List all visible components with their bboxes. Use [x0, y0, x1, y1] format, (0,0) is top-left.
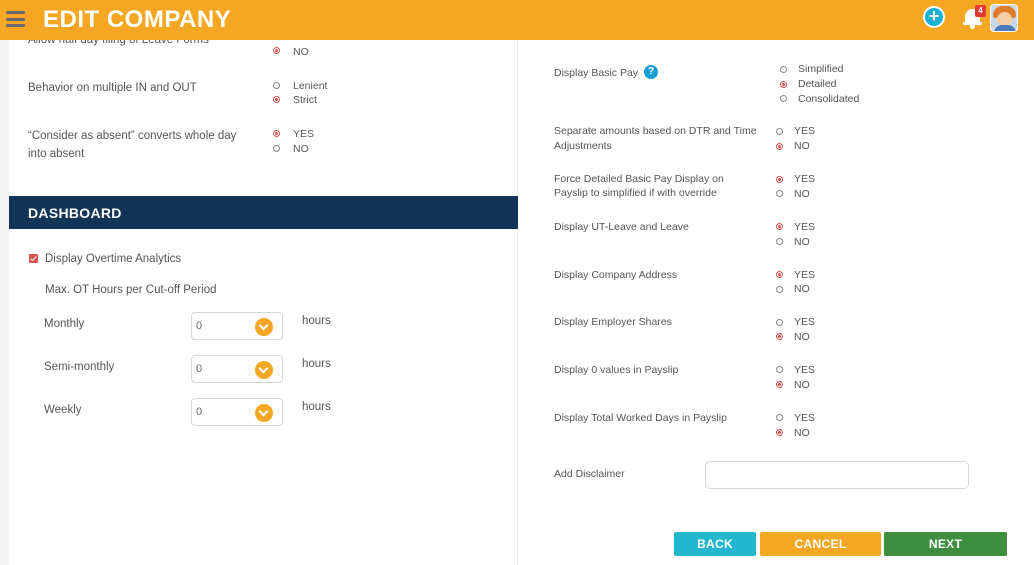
absent-yes-label: YES [293, 128, 315, 140]
page-title-overlay: EDIT COMPANY [43, 6, 232, 33]
ut-leave-label: Display UT-Leave and Leave [554, 221, 689, 233]
add-disclaimer-label: Add Disclaimer [554, 468, 625, 480]
strict-radio[interactable] [273, 96, 280, 103]
overtime-analytics-checkbox[interactable] [29, 254, 38, 263]
semi-monthly-select[interactable]: 0 [191, 355, 283, 383]
employer-yes-radio[interactable] [776, 319, 783, 326]
separate-no-label: NO [794, 140, 810, 152]
absent-no-radio[interactable] [273, 145, 280, 152]
address-yes-radio[interactable] [776, 271, 783, 278]
weekly-unit: hours [302, 401, 331, 413]
absent-yes-radio[interactable] [273, 130, 280, 137]
employer-no-label: NO [794, 331, 810, 343]
absent-no-label: NO [293, 143, 309, 155]
force-no-radio[interactable] [776, 190, 783, 197]
force-detailed-line1: Force Detailed Basic Pay Display on [554, 173, 724, 185]
strict-label: Strict [293, 94, 317, 106]
disclaimer-input[interactable] [705, 461, 969, 489]
force-yes-label: YES [794, 173, 816, 185]
lenient-radio[interactable] [273, 82, 280, 89]
semi-monthly-unit: hours [302, 358, 331, 370]
next-button[interactable]: NEXT [884, 532, 1007, 556]
zero-no-radio[interactable] [776, 381, 783, 388]
panel-divider [517, 40, 518, 565]
back-button[interactable]: BACK [674, 532, 756, 556]
employer-no-radio[interactable] [776, 333, 783, 340]
simplified-radio[interactable] [780, 66, 787, 73]
separate-yes-radio[interactable] [776, 128, 783, 135]
semi-monthly-value: 0 [196, 363, 203, 375]
chevron-down-icon [255, 361, 273, 379]
consolidated-label: Consolidated [798, 93, 860, 105]
separate-amounts-line2: Adjustments [554, 140, 612, 152]
left-gutter [0, 40, 9, 565]
detailed-radio[interactable] [780, 81, 787, 88]
worked-yes-radio[interactable] [776, 414, 783, 421]
menu-icon-overlay[interactable] [6, 11, 25, 27]
employer-shares-label: Display Employer Shares [554, 316, 672, 328]
simplified-label: Simplified [798, 63, 844, 75]
ut-leave-no-radio[interactable] [776, 238, 783, 245]
dashboard-title: DASHBOARD [28, 205, 122, 221]
zero-yes-label: YES [794, 364, 816, 376]
ut-leave-no-label: NO [794, 236, 810, 248]
notification-badge-overlay: 4 [975, 5, 986, 17]
worked-no-radio[interactable] [776, 429, 783, 436]
help-icon[interactable]: ? [644, 65, 658, 79]
lenient-label: Lenient [293, 80, 328, 92]
ut-leave-yes-radio[interactable] [776, 223, 783, 230]
zero-values-label: Display 0 values in Payslip [554, 364, 679, 376]
worked-no-label: NO [794, 427, 810, 439]
force-detailed-line2: Payslip to simplified if with override [554, 187, 717, 199]
zero-no-label: NO [794, 379, 810, 391]
employer-yes-label: YES [794, 316, 816, 328]
zero-yes-radio[interactable] [776, 366, 783, 373]
force-no-label: NO [794, 188, 810, 200]
absent-label-line2: into absent [28, 148, 85, 160]
multiple-in-out-label: Behavior on multiple IN and OUT [28, 82, 197, 94]
add-icon-overlay[interactable]: + [923, 6, 945, 28]
separate-yes-label: YES [794, 125, 816, 137]
monthly-label: Monthly [44, 318, 85, 330]
semi-monthly-label: Semi-monthly [44, 361, 115, 373]
cancel-button[interactable]: CANCEL [760, 532, 881, 556]
chevron-down-icon [255, 318, 273, 336]
address-no-radio[interactable] [776, 286, 783, 293]
consolidated-radio[interactable] [780, 95, 787, 102]
monthly-unit: hours [302, 315, 331, 327]
weekly-value: 0 [196, 406, 203, 418]
force-yes-radio[interactable] [776, 176, 783, 183]
avatar-overlay[interactable] [990, 4, 1018, 32]
overtime-analytics-label: Display Overtime Analytics [45, 253, 182, 265]
monthly-select[interactable]: 0 [191, 312, 283, 340]
worked-days-label: Display Total Worked Days in Payslip [554, 412, 727, 424]
half-day-no-radio[interactable] [273, 47, 280, 54]
display-basic-pay-label: Display Basic Pay [554, 67, 639, 79]
company-address-label: Display Company Address [554, 269, 678, 281]
chevron-down-icon [255, 404, 273, 422]
separate-no-radio[interactable] [776, 143, 783, 150]
half-day-no-label: NO [293, 46, 309, 58]
separate-amounts-line1: Separate amounts based on DTR and Time [554, 125, 757, 137]
ut-leave-yes-label: YES [794, 221, 816, 233]
detailed-label: Detailed [798, 78, 837, 90]
worked-yes-label: YES [794, 412, 816, 424]
address-yes-label: YES [794, 269, 816, 281]
weekly-label: Weekly [44, 404, 82, 416]
max-ot-label: Max. OT Hours per Cut-off Period [45, 284, 217, 296]
address-no-label: NO [794, 283, 810, 295]
absent-label-line1: “Consider as absent” converts whole day [28, 130, 237, 142]
monthly-value: 0 [196, 320, 203, 332]
weekly-select[interactable]: 0 [191, 398, 283, 426]
